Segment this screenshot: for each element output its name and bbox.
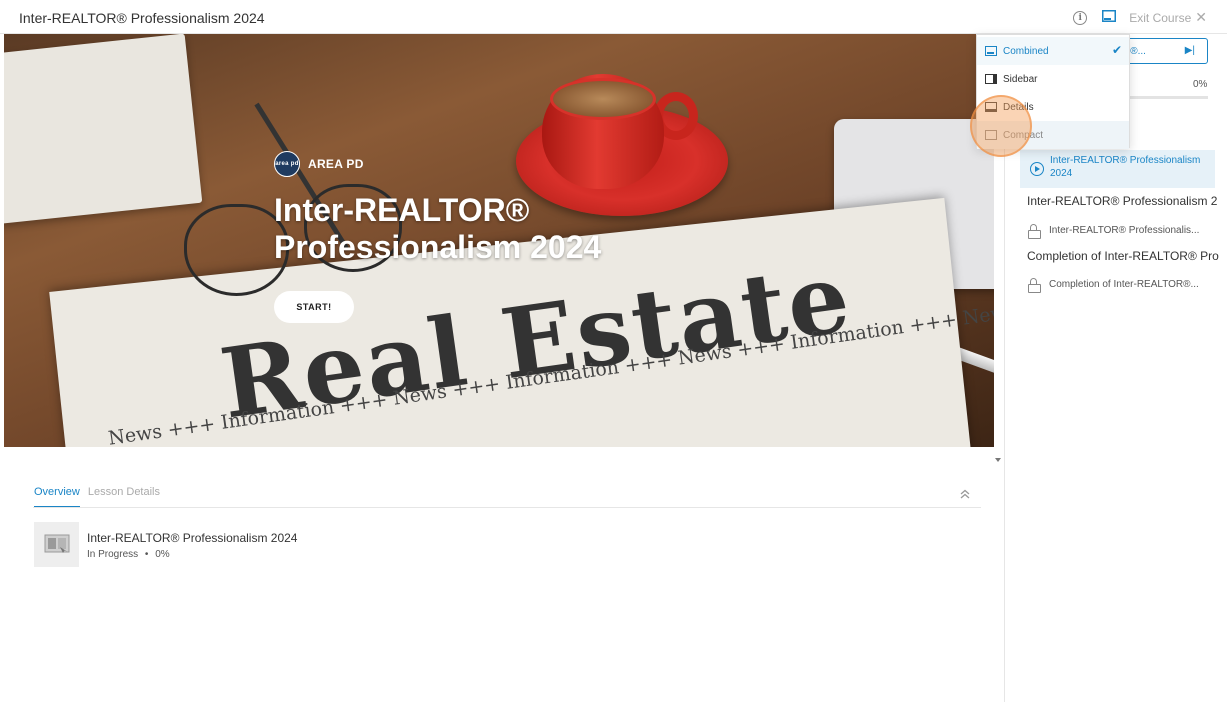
layout-details-icon (985, 102, 997, 112)
layout-combined-icon[interactable] (1102, 10, 1117, 25)
sidebar-section-heading[interactable]: Completion of Inter-REALTOR® Pro (1027, 249, 1219, 263)
hero-image-coffee (550, 78, 656, 120)
lesson-progress: 0% (155, 549, 170, 560)
detail-tabs: Overview Lesson Details (34, 486, 168, 508)
lesson-status-text: In Progress (87, 549, 139, 560)
chevron-double-up-icon[interactable] (959, 488, 971, 503)
hero-brand: area pd AREA PD (274, 151, 364, 177)
layout-sidebar-icon (985, 74, 997, 84)
layout-combined-icon (985, 46, 997, 56)
sidebar-item-label: Inter-REALTOR® Professionalism 2024 (1050, 155, 1201, 179)
lesson-book-icon (44, 534, 69, 553)
lesson-status: In Progress • 0% (87, 549, 170, 560)
course-progress-percent: 0% (1193, 79, 1208, 90)
hero-brand-name: AREA PD (308, 157, 364, 171)
layout-option-label: Combined (1003, 45, 1049, 57)
sidebar-item-locked[interactable]: Inter-REALTOR® Professionalis... (1028, 224, 1200, 239)
layout-dropdown-menu: Combined ✔ Sidebar Details Compact (976, 34, 1130, 149)
sidebar-item-label: Inter-REALTOR® Professionalis... (1049, 225, 1200, 236)
info-icon[interactable]: i (1073, 10, 1088, 25)
top-bar: Inter-REALTOR® Professionalism 2024 i Ex… (0, 0, 1227, 34)
tab-lesson-details[interactable]: Lesson Details (88, 486, 160, 508)
layout-option-compact[interactable]: Compact (977, 121, 1129, 149)
exit-course-button[interactable]: Exit Course ✕ (1129, 9, 1207, 26)
lesson-thumbnail (34, 522, 79, 567)
sidebar-item-active-lesson[interactable]: Inter-REALTOR® Professionalism 2024 (1020, 150, 1215, 188)
layout-option-label: Details (1003, 101, 1034, 113)
layout-option-label: Compact (1003, 129, 1044, 141)
exit-course-label: Exit Course (1129, 10, 1192, 25)
course-hero-banner: Real Estate News +++ Information +++ New… (4, 34, 994, 447)
layout-option-sidebar[interactable]: Sidebar (977, 65, 1129, 93)
layout-option-combined[interactable]: Combined ✔ (977, 37, 1129, 65)
tabs-divider (33, 507, 981, 508)
lock-icon (1028, 278, 1041, 293)
sidebar-item-locked[interactable]: Completion of Inter-REALTOR®... (1028, 278, 1199, 293)
status-separator: • (144, 549, 149, 560)
area-pd-logo-icon: area pd (274, 151, 300, 177)
layout-compact-icon (985, 130, 997, 140)
course-title: Inter-REALTOR® Professionalism 2024 (19, 10, 265, 26)
top-actions: i Exit Course ✕ (1073, 9, 1207, 26)
sidebar-item-label: Completion of Inter-REALTOR®... (1049, 279, 1199, 290)
start-button[interactable]: START! (274, 291, 354, 323)
hero-title: Inter-REALTOR® Professionalism 2024 (274, 192, 602, 265)
play-icon (1030, 162, 1044, 176)
skip-next-icon: ▶| (1184, 45, 1195, 56)
check-icon: ✔ (1111, 43, 1122, 57)
layout-option-label: Sidebar (1003, 73, 1038, 85)
close-icon: ✕ (1195, 9, 1207, 25)
hero-image-newspaper-stack (4, 34, 203, 225)
sidebar-section-heading[interactable]: Inter-REALTOR® Professionalism 2 (1027, 194, 1219, 208)
lesson-name: Inter-REALTOR® Professionalism 2024 (87, 531, 298, 545)
lock-icon (1028, 224, 1041, 239)
layout-option-details[interactable]: Details (977, 93, 1129, 121)
tab-overview[interactable]: Overview (34, 486, 80, 508)
scroll-down-arrow-icon[interactable] (995, 458, 1001, 462)
